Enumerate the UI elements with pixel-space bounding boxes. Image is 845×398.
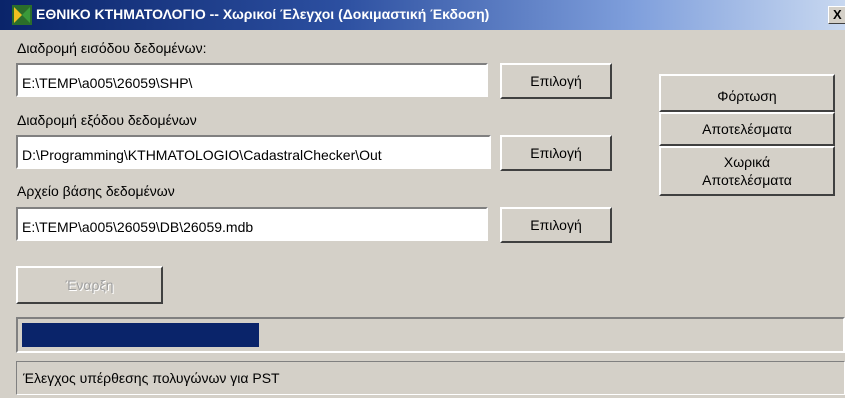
output-path-label: Διαδρομή εξόδου δεδομένων [17, 112, 197, 128]
database-file-label: Αρχείο βάσης δεδομένων [17, 183, 175, 199]
close-button[interactable]: X [828, 6, 845, 24]
results-button[interactable]: Αποτελέσματα [659, 112, 835, 146]
database-file-field[interactable] [16, 207, 488, 241]
spatial-results-button[interactable]: Χωρικά Αποτελέσματα [659, 146, 835, 196]
output-path-field[interactable] [16, 135, 491, 169]
input-path-field[interactable] [16, 63, 488, 97]
progress-fill [22, 323, 259, 347]
output-path-select-button[interactable]: Επιλογή [500, 135, 612, 171]
app-logo-icon [12, 5, 32, 25]
load-button[interactable]: Φόρτωση [659, 74, 835, 112]
window-title: ΕΘΝΙΚΟ ΚΤΗΜΑΤΟΛΟΓΙΟ -- Χωρικοί Έλεγχοι (… [36, 6, 490, 22]
input-path-select-button[interactable]: Επιλογή [500, 63, 612, 99]
status-bar: Έλεγχος υπέρθεσης πολυγώνων για PST [16, 361, 845, 395]
input-path-label: Διαδρομή εισόδου δεδομένων: [17, 40, 207, 56]
title-bar: ΕΘΝΙΚΟ ΚΤΗΜΑΤΟΛΟΓΙΟ -- Χωρικοί Έλεγχοι (… [0, 0, 845, 30]
progress-bar [16, 317, 845, 353]
database-file-select-button[interactable]: Επιλογή [500, 207, 612, 243]
start-button[interactable]: Έναρξη [16, 266, 163, 304]
